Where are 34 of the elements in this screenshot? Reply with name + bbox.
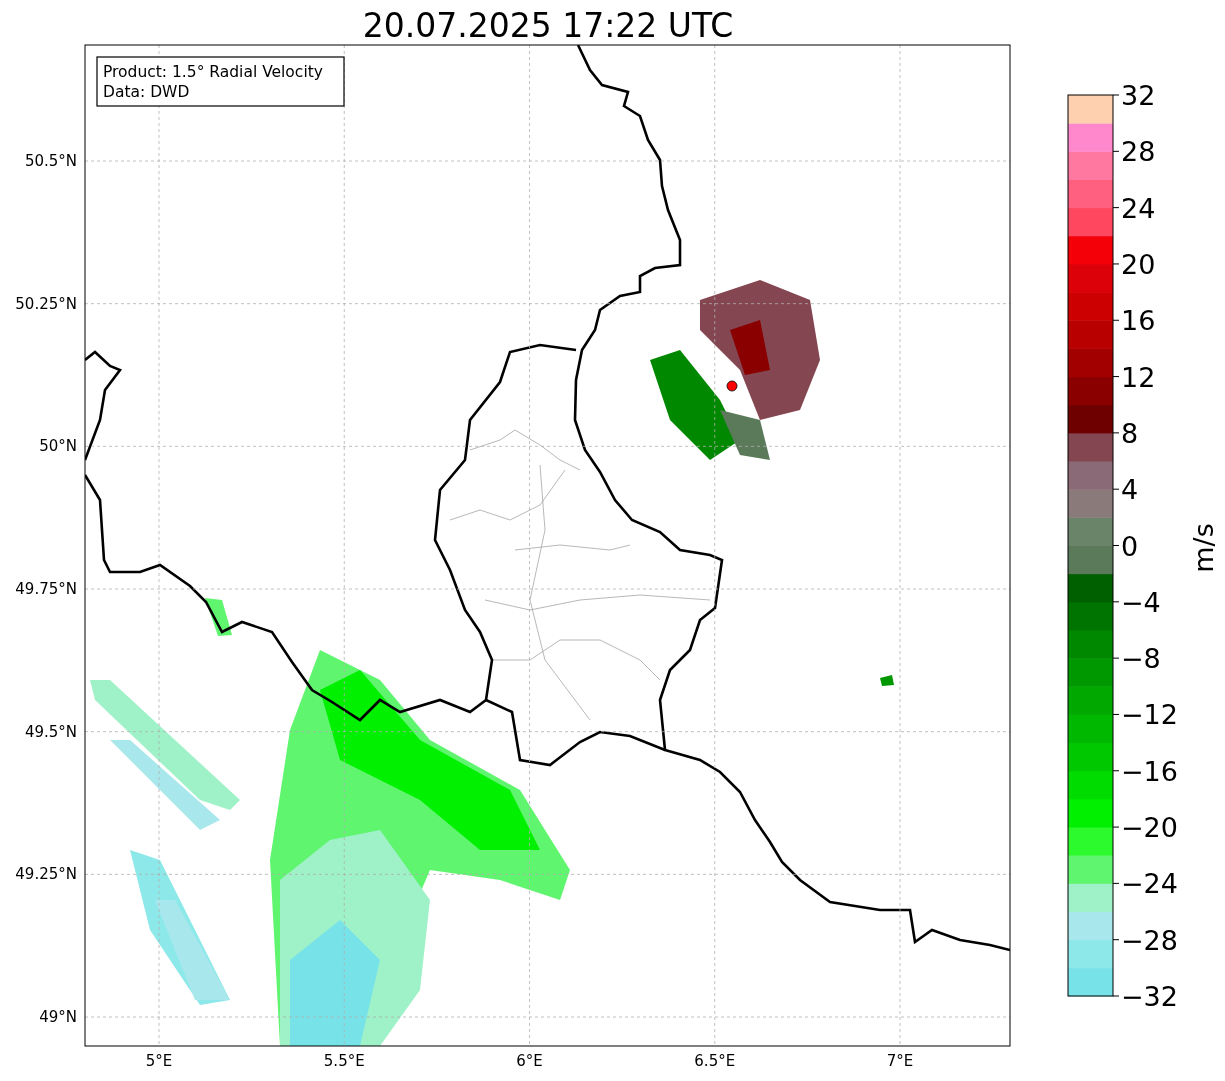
colorbar-tick-label: −8 [1121,643,1161,675]
colorbar-label: m/s [1188,523,1219,573]
longitude-label: 5°E [145,1052,173,1070]
longitude-label: 5.5°E [323,1052,365,1070]
colorbar-tick-label: 4 [1121,474,1139,506]
colorbar-tick-label: −16 [1121,755,1178,787]
chart-title: 20.07.2025 17:22 UTC [362,6,734,45]
colorbar-tick-label: 12 [1121,361,1156,393]
longitude-label: 7°E [886,1052,914,1070]
colorbar-tick-label: 32 [1121,80,1156,111]
colorbar-tick-label: 28 [1121,136,1156,168]
legend-text: Product: 1.5° Radial Velocity [103,63,323,81]
colorbar-tick-label: −32 [1121,981,1178,1012]
longitude-label: 6°E [516,1052,543,1070]
colorbar-tick-label: −4 [1121,586,1161,618]
latitude-label: 50.5°N [24,152,77,170]
colorbar-tick-label: 24 [1121,192,1156,224]
longitude-label: 6.5°E [694,1052,736,1070]
colorbar-tick-label: −12 [1121,699,1178,731]
colorbar-tick-label: −28 [1121,924,1178,956]
colorbar-tick-label: −24 [1121,868,1178,900]
colorbar-tick-label: −20 [1121,812,1178,844]
colorbar-tick-label: 16 [1121,305,1156,337]
latitude-label: 49.5°N [24,722,77,741]
latitude-label: 50°N [39,437,77,456]
latitude-label: 49.25°N [15,865,77,884]
colorbar-tick-label: 0 [1121,530,1139,562]
colorbar-tick-label: 8 [1121,417,1139,449]
latitude-label: 49°N [39,1008,77,1026]
latitude-label: 50.25°N [15,294,77,313]
legend-text: Data: DWD [103,83,190,101]
radar-site-marker [726,380,738,392]
latitude-label: 49.75°N [15,580,77,598]
colorbar-tick-label: 20 [1121,248,1156,280]
